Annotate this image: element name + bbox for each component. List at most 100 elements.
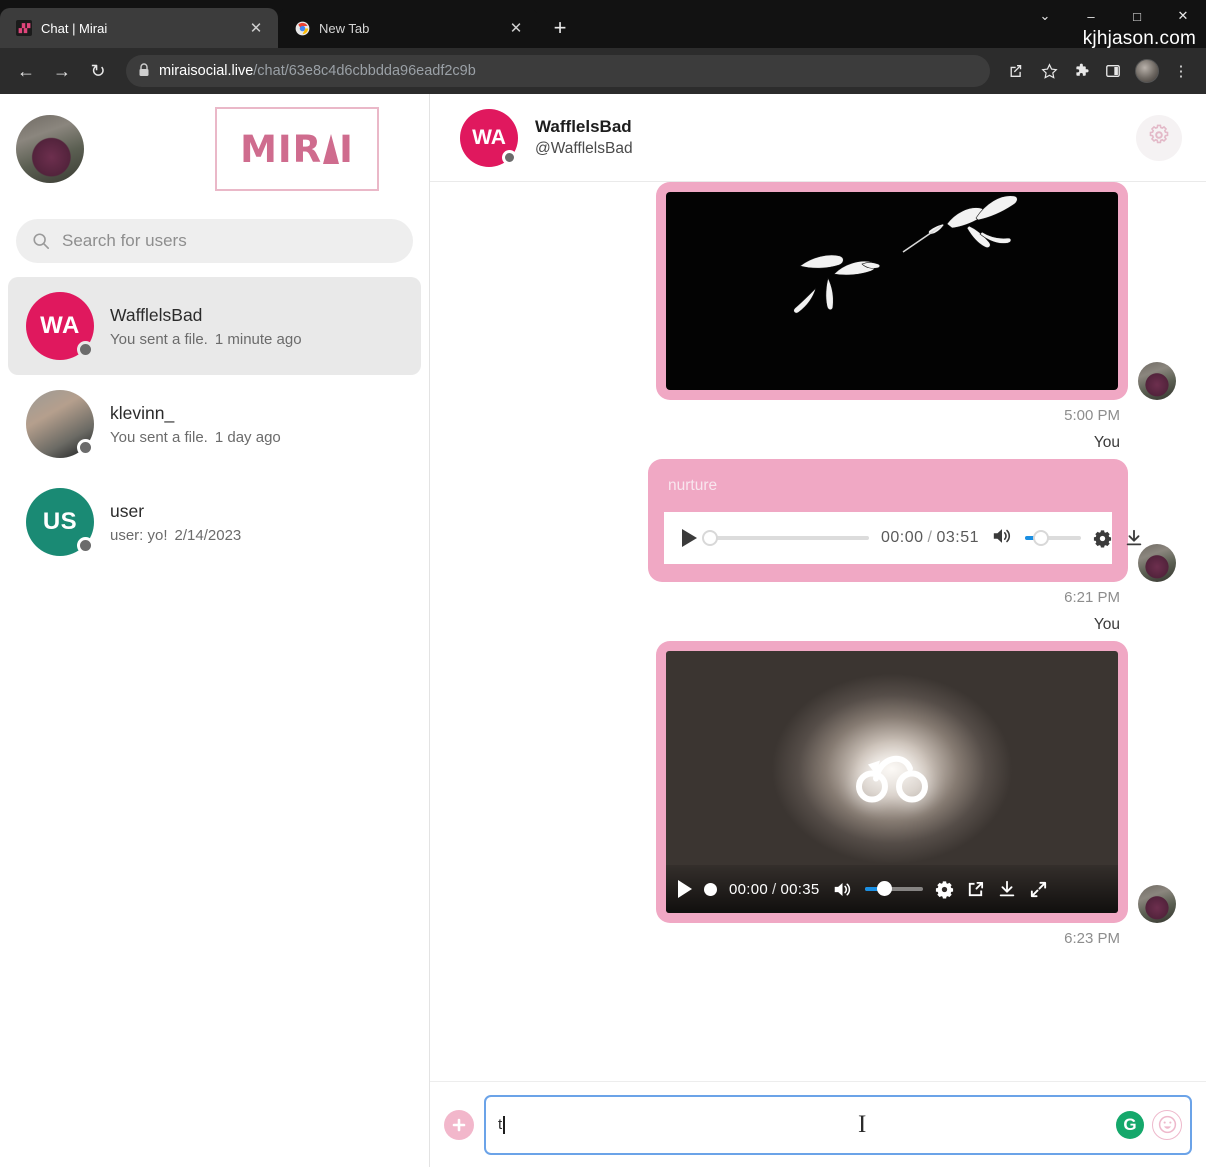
message-sender-label: You [1093,434,1120,451]
volume-slider[interactable] [1025,530,1082,546]
time-separator: / [772,880,777,898]
url-domain: miraisocial.live [159,63,254,79]
status-dot-offline [502,149,517,165]
video-controls[interactable]: 00:00/00:35 [666,865,1118,913]
tab-title: New Tab [319,20,370,36]
share-icon[interactable] [1002,56,1032,86]
conversation-item-user[interactable]: US user user: yo! 2/14/2023 [8,473,421,571]
search-placeholder: Search for users [62,231,187,250]
chrome-menu-icon[interactable]: ⋮ [1166,56,1196,86]
new-tab-button[interactable]: + [546,14,574,42]
message-thread[interactable]: 5:00 PM You nurture 00:00/03:51 6:21 PM … [430,182,1206,1081]
message-input[interactable]: t I G [484,1094,1192,1155]
chat-settings-button[interactable] [1136,114,1182,161]
conversation-text: klevinn_ You sent a file. 1 day ago [110,403,281,446]
conversation-item-wafflelsbad[interactable]: WA WafflelsBad You sent a file. 1 minute … [8,277,421,375]
mirai-favicon: ▞▞ [16,20,32,36]
profile-avatar[interactable] [1135,59,1159,83]
address-bar[interactable]: miraisocial.live/chat/63e8c4d6cbbdda96ea… [126,55,990,87]
tab-strip: ▞▞ Chat | Mirai ✕ New Tab ✕ + ⌄ – □ ✕ [0,0,1206,48]
chat-avatar[interactable]: WA [460,108,518,167]
volume-slider[interactable] [864,881,923,896]
video-current-time: 00:00 [729,880,769,898]
extensions-puzzle-icon[interactable] [1066,56,1096,86]
picture-in-picture-icon[interactable] [966,880,985,899]
sidebar: MIR I Search for users WA WafflelsBad Yo… [0,94,430,1167]
conversation-time: 2/14/2023 [174,526,242,544]
tab-new-tab[interactable]: New Tab ✕ [278,8,538,48]
conversation-text: user user: yo! 2/14/2023 [110,501,241,544]
toolbar-actions: ⋮ [1002,56,1196,86]
grammarly-button[interactable]: G [1116,1110,1144,1139]
glowing-light-video[interactable]: 00:00/00:35 [666,651,1118,913]
settings-gear-icon[interactable] [1093,529,1112,548]
download-icon[interactable] [997,879,1017,899]
emoji-picker-button[interactable] [1152,1109,1182,1140]
conversation-time: 1 minute ago [214,330,302,348]
status-dot-offline [77,537,94,554]
side-panel-icon[interactable] [1098,56,1128,86]
audio-current-time: 00:00 [881,529,924,546]
gear-icon [1147,123,1171,152]
message-bubble[interactable] [656,182,1128,400]
url-path: /chat/63e8c4d6cbbdda96eadf2c9b [253,63,476,79]
conversation-item-klevinn[interactable]: klevinn_ You sent a file. 1 day ago [8,375,421,473]
audio-player[interactable]: 00:00/03:51 [664,512,1142,564]
chat-pane: WA WafflelsBad @WafflelsBad 5:00 PM You … [430,94,1206,1167]
message-sender-avatar [1138,362,1176,400]
message-sender-label: You [1093,616,1120,633]
logo-prefix: MIR [240,127,323,171]
typed-text: t [498,1116,503,1133]
conversation-preview: You sent a file. [110,428,208,446]
seek-slider[interactable] [702,530,869,546]
back-icon[interactable]: ← [10,55,42,87]
conversation-text: WafflelsBad You sent a file. 1 minute ago [110,305,302,348]
message-bubble[interactable]: 00:00/00:35 [656,641,1128,923]
message-sender-avatar [1138,885,1176,923]
progress-dot[interactable] [704,882,717,896]
tab-chat-mirai[interactable]: ▞▞ Chat | Mirai ✕ [0,8,278,48]
search-input[interactable]: Search for users [16,219,413,263]
logo-suffix: I [339,127,354,171]
mirai-logo[interactable]: MIR I [215,107,379,191]
hummingbirds-photo[interactable] [666,192,1118,390]
play-icon[interactable] [678,880,692,898]
conversation-time: 1 day ago [214,428,281,446]
seek-handle[interactable] [702,530,718,546]
watermark-text: kjhjason.com [1082,28,1196,49]
volume-handle[interactable] [1033,530,1050,546]
chrome-icon [294,20,310,36]
volume-handle[interactable] [876,881,892,896]
volume-icon[interactable] [832,880,853,899]
tab-close-icon[interactable]: ✕ [246,18,266,38]
fullscreen-icon[interactable] [1029,880,1048,899]
conversation-list: WA WafflelsBad You sent a file. 1 minute … [0,277,429,571]
message-bubble[interactable]: nurture 00:00/03:51 [648,459,1142,582]
tab-search-dropdown-icon[interactable]: ⌄ [1022,0,1068,32]
attach-plus-button[interactable] [444,1109,474,1140]
url-text: miraisocial.live/chat/63e8c4d6cbbdda96ea… [159,63,476,79]
lock-icon [138,62,150,80]
settings-gear-icon[interactable] [935,880,954,899]
conversation-name: klevinn_ [110,402,175,423]
conversation-preview-row: user: yo! 2/14/2023 [110,527,241,544]
bookmark-star-icon[interactable] [1034,56,1064,86]
avatar: US [26,488,94,556]
forward-icon[interactable]: → [46,55,78,87]
chat-identity: WafflelsBad @WafflelsBad [535,117,1119,158]
message-timestamp: 6:23 PM [1064,930,1120,947]
play-icon[interactable] [682,529,697,547]
volume-icon[interactable] [991,526,1013,551]
conversation-preview-row: You sent a file. 1 day ago [110,429,281,446]
message-timestamp: 6:21 PM [1064,589,1120,606]
my-profile-avatar[interactable] [16,115,84,183]
browser-window: ▞▞ Chat | Mirai ✕ New Tab ✕ + ⌄ – □ ✕ kj… [0,0,1206,1167]
video-time: 00:00/00:35 [729,881,820,898]
message-composer: t I G [430,1081,1206,1167]
download-icon[interactable] [1124,528,1144,548]
tab-close-icon[interactable]: ✕ [506,18,526,38]
audio-time: 00:00/03:51 [881,529,979,547]
reload-icon[interactable]: ↻ [82,55,114,87]
message-row-image [460,182,1176,400]
replay-bicycle-icon [846,739,938,810]
